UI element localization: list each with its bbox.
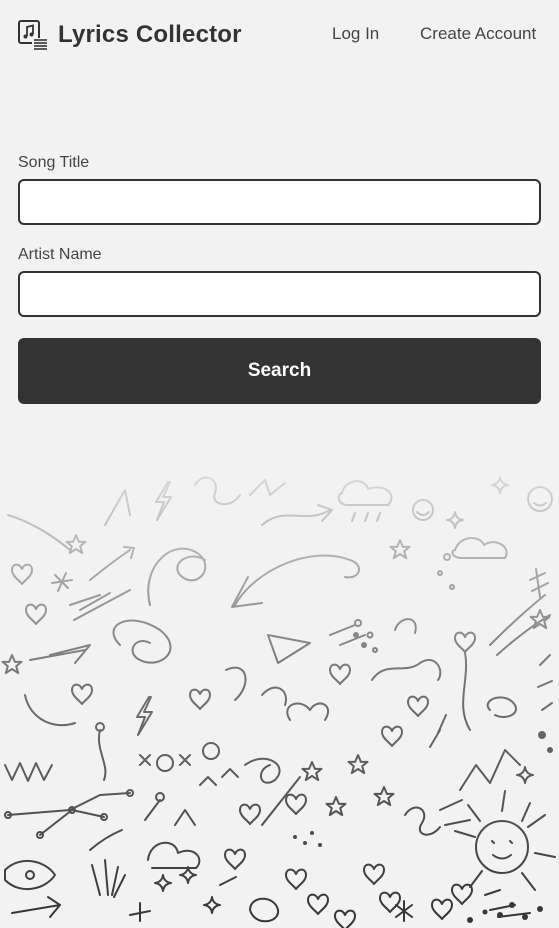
artist-name-input[interactable] [18, 271, 541, 317]
create-account-link[interactable]: Create Account [420, 24, 536, 44]
page: Lyrics Collector Log In Create Account S… [0, 0, 559, 928]
brand[interactable]: Lyrics Collector [18, 18, 242, 52]
artist-name-label: Artist Name [18, 246, 102, 263]
app-title: Lyrics Collector [58, 21, 242, 48]
song-title-input[interactable] [18, 179, 541, 225]
song-title-label: Song Title [18, 154, 90, 171]
music-lyrics-icon [18, 20, 47, 50]
login-link[interactable]: Log In [332, 24, 379, 44]
header: Lyrics Collector Log In Create Account [0, 0, 559, 70]
search-button[interactable]: Search [18, 338, 541, 404]
doodle-background [0, 465, 559, 928]
